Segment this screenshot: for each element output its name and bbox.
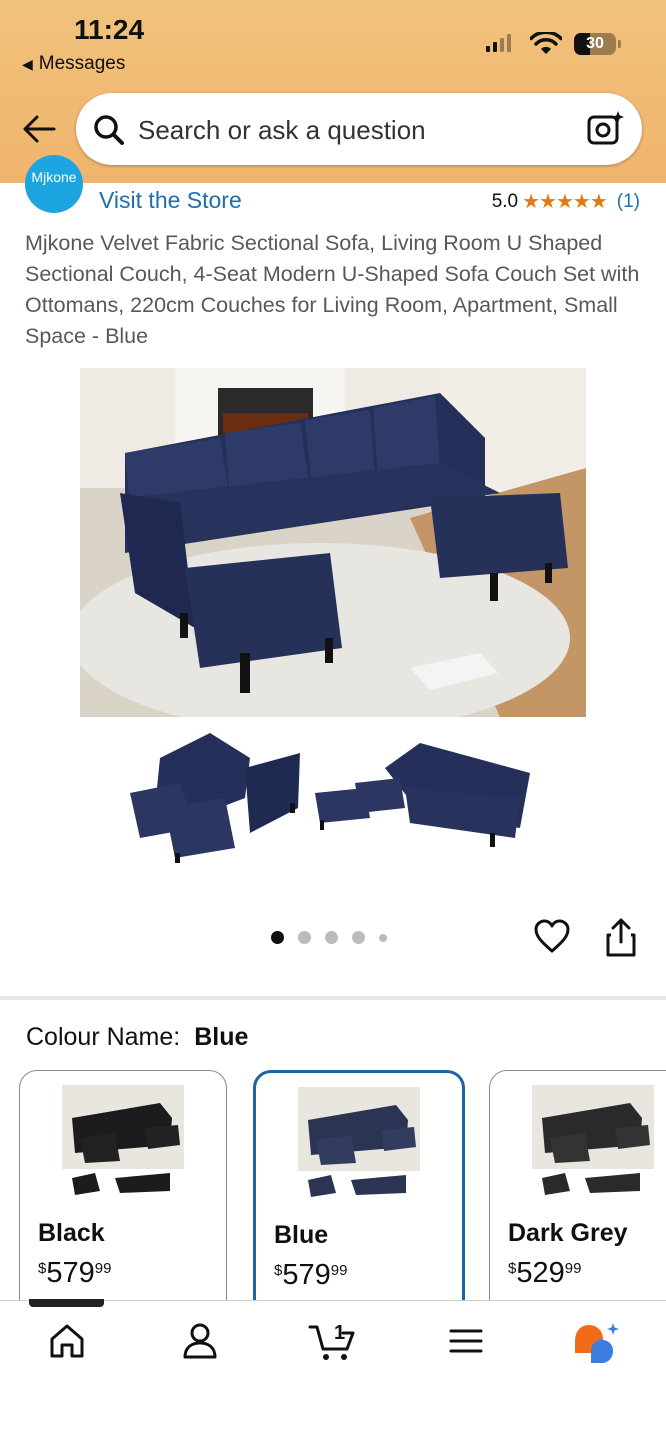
active-tab-indicator: [29, 1299, 104, 1307]
colour-swatch-image: [532, 1085, 654, 1195]
cart-icon: 1: [308, 1322, 355, 1360]
rating-value: 5.0: [491, 190, 519, 212]
brand-row: Mjkone Visit the Store 5.0 ★★★★★ (1): [0, 155, 666, 218]
brand-logo-text: Mjkone: [31, 169, 77, 185]
rating-summary[interactable]: 5.0 ★★★★★ (1): [492, 189, 640, 214]
visit-store-link[interactable]: Visit the Store: [99, 187, 242, 214]
heart-icon[interactable]: [533, 918, 571, 954]
pager-dot[interactable]: [298, 931, 311, 944]
colour-option-price: $52999: [508, 1257, 582, 1289]
pager-dot[interactable]: [271, 931, 284, 944]
status-time: 11:24: [74, 14, 145, 45]
colour-label: Colour Name: Blue: [26, 1023, 248, 1052]
camera-search-icon[interactable]: [586, 109, 626, 149]
back-to-messages[interactable]: ◀ Messages: [22, 53, 125, 75]
image-pager[interactable]: [271, 931, 387, 944]
colour-option-dark-grey[interactable]: Dark Grey $52999: [489, 1070, 666, 1332]
back-triangle-icon: ◀: [22, 56, 33, 72]
pager-dot[interactable]: [352, 931, 365, 944]
home-icon: [50, 1324, 84, 1358]
search-input[interactable]: [136, 107, 580, 153]
back-app-label: Messages: [38, 53, 126, 74]
colour-option-black[interactable]: Black $57999: [19, 1070, 227, 1332]
tab-account[interactable]: [170, 1321, 230, 1365]
colour-swatch-image: [62, 1085, 184, 1195]
menu-icon: [449, 1329, 483, 1353]
colour-option-blue[interactable]: Blue $57999: [253, 1070, 465, 1336]
colour-option-price: $57999: [274, 1259, 348, 1291]
search-bar[interactable]: [76, 93, 642, 165]
bottom-tab-bar: 1: [0, 1299, 666, 1441]
tab-cart[interactable]: 1: [302, 1321, 362, 1365]
star-rating-icon: ★★★★★: [522, 191, 608, 213]
colour-label-text: Colour Name:: [26, 1023, 181, 1051]
back-arrow-icon[interactable]: [22, 114, 56, 144]
brand-logo[interactable]: Mjkone: [25, 155, 83, 213]
colour-option-name: Blue: [274, 1221, 329, 1249]
battery-level: 30: [586, 35, 604, 52]
product-alt-views-image[interactable]: [120, 728, 540, 868]
wifi-icon: [530, 32, 562, 54]
colour-selected-value: Blue: [194, 1023, 249, 1051]
tab-rufus[interactable]: [566, 1321, 626, 1365]
review-count[interactable]: (1): [617, 191, 640, 213]
pager-dot[interactable]: [325, 931, 338, 944]
account-icon: [183, 1323, 217, 1359]
colour-option-name: Dark Grey: [508, 1219, 628, 1247]
tab-home[interactable]: [37, 1321, 97, 1365]
section-divider: [0, 996, 666, 1000]
product-main-image[interactable]: [80, 368, 586, 717]
header: 11:24 ◀ Messages 30: [0, 0, 666, 183]
colour-option-name: Black: [38, 1219, 105, 1247]
colour-option-price: $57999: [38, 1257, 112, 1289]
pager-dot[interactable]: [379, 933, 387, 942]
search-icon: [94, 115, 124, 145]
share-icon[interactable]: [605, 918, 637, 958]
rufus-icon: [575, 1323, 619, 1363]
tab-menu[interactable]: [436, 1321, 496, 1365]
product-title: Mjkone Velvet Fabric Sectional Sofa, Liv…: [25, 231, 640, 348]
battery-tip: [618, 40, 621, 48]
signal-icon: [486, 34, 511, 52]
colour-swatch-image: [298, 1087, 420, 1197]
battery-icon: 30: [574, 33, 616, 55]
cart-count: 1: [334, 1322, 345, 1344]
